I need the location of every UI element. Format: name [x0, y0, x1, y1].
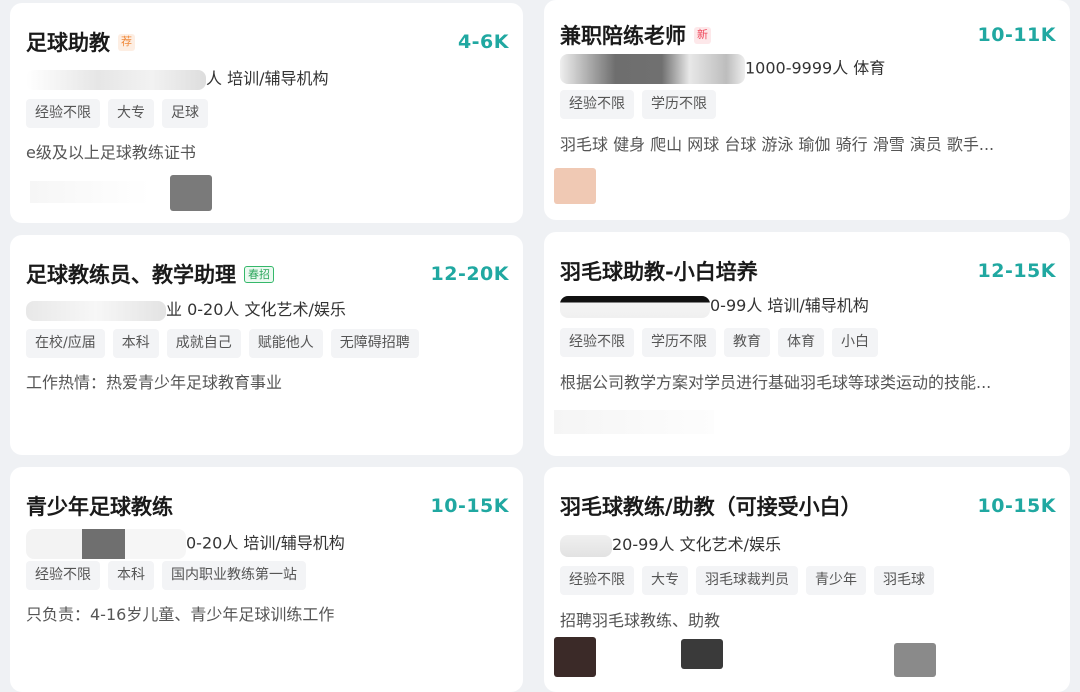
salary: 10-15K	[430, 495, 509, 517]
tag: 经验不限	[560, 328, 634, 357]
tag: 经验不限	[560, 90, 634, 119]
job-title: 足球教练员、教学助理	[26, 263, 236, 287]
tag: 国内职业教练第一站	[162, 561, 306, 590]
tag: 经验不限	[560, 566, 634, 595]
tag: 成就自己	[166, 329, 241, 358]
recruiter-name-blur	[30, 181, 150, 203]
tag: 学历不限	[642, 328, 716, 357]
job-title: 兼职陪练老师	[560, 24, 686, 48]
tag: 大专	[642, 566, 688, 595]
job-description: 根据公司教学方案对学员进行基础羽毛球等球类运动的技能...	[560, 373, 992, 392]
spring-recruit-badge: 春招	[244, 265, 274, 283]
job-description: 工作热情：热爱青少年足球教育事业	[26, 373, 283, 392]
tag: 小白	[832, 328, 878, 357]
salary: 4-6K	[457, 31, 509, 53]
company-name-blur	[560, 295, 710, 318]
tag: 大专	[108, 99, 154, 128]
job-card[interactable]: 青少年足球教练 10-15K 0-20人 培训/辅导机构 经验不限 本科 国内职…	[10, 467, 523, 692]
job-card[interactable]: 足球教练员、教学助理 春招 12-20K 业 0-20人 文化艺术/娱乐 在校/…	[10, 235, 523, 455]
company-meta: 人 培训/辅导机构	[206, 69, 329, 88]
job-description: 只负责：4-16岁儿童、青少年足球训练工作	[26, 605, 335, 624]
recruiter-avatar-blur	[170, 175, 212, 211]
tag-list: 在校/应届 本科 成就自己 赋能他人 无障碍招聘	[26, 329, 419, 358]
tag: 教育	[724, 328, 770, 357]
tag: 羽毛球裁判员	[696, 566, 798, 595]
job-title: 足球助教	[26, 31, 110, 55]
company-info: 业 0-20人 文化艺术/娱乐	[26, 296, 509, 321]
recruiter-name-blur	[681, 639, 723, 669]
tag-list: 经验不限 学历不限	[560, 90, 716, 119]
job-title: 羽毛球教练/助教（可接受小白）	[560, 495, 862, 519]
company-info: 0-99人 培训/辅导机构	[560, 292, 1056, 318]
tag: 学历不限	[642, 90, 716, 119]
tag: 羽毛球	[874, 566, 934, 595]
tag: 赋能他人	[248, 329, 323, 358]
tag-list: 经验不限 大专 羽毛球裁判员 青少年 羽毛球	[560, 566, 934, 595]
tag-list: 经验不限 本科 国内职业教练第一站	[26, 561, 306, 590]
recommend-badge: 荐	[118, 33, 135, 51]
company-meta: 20-99人 文化艺术/娱乐	[612, 535, 781, 554]
company-info: 人 培训/辅导机构	[26, 65, 509, 90]
tag: 经验不限	[26, 561, 100, 590]
company-name-blur	[26, 300, 166, 321]
salary: 10-15K	[977, 495, 1056, 517]
tag-list: 经验不限 大专 足球	[26, 99, 208, 128]
tag: 本科	[108, 561, 154, 590]
tag: 青少年	[806, 566, 866, 595]
job-description: e级及以上足球教练证书	[26, 143, 196, 162]
job-title: 羽毛球助教-小白培养	[560, 260, 758, 284]
recruiter-name-blur	[554, 410, 714, 434]
company-name-blur	[26, 529, 186, 559]
company-meta: 0-99人 培训/辅导机构	[710, 296, 869, 315]
company-name-blur	[560, 54, 745, 84]
salary: 12-20K	[430, 263, 509, 285]
recruiter-avatar-blur	[554, 168, 596, 204]
job-title: 青少年足球教练	[26, 495, 173, 519]
company-meta: 0-20人 培训/辅导机构	[186, 533, 345, 553]
tag: 足球	[162, 99, 208, 128]
job-description: 羽毛球 健身 爬山 网球 台球 游泳 瑜伽 骑行 滑雪 演员 歌手...	[560, 135, 995, 154]
salary: 10-11K	[977, 24, 1056, 46]
tag: 体育	[778, 328, 824, 357]
tag: 经验不限	[26, 99, 100, 128]
tag: 在校/应届	[26, 329, 105, 358]
job-card[interactable]: 羽毛球教练/助教（可接受小白） 10-15K 20-99人 文化艺术/娱乐 经验…	[544, 467, 1070, 692]
recruiter-extra-blur	[894, 643, 936, 677]
company-name-blur	[26, 69, 206, 90]
job-card[interactable]: 兼职陪练老师 新 10-11K 1000-9999人 体育 经验不限 学历不限 …	[544, 0, 1070, 220]
tag: 本科	[112, 329, 159, 358]
job-card[interactable]: 羽毛球助教-小白培养 12-15K 0-99人 培训/辅导机构 经验不限 学历不…	[544, 232, 1070, 456]
company-name-blur	[560, 534, 612, 557]
job-description: 招聘羽毛球教练、助教	[560, 611, 721, 630]
salary: 12-15K	[977, 260, 1056, 282]
tag-list: 经验不限 学历不限 教育 体育 小白	[560, 328, 878, 357]
recruiter-avatar-blur	[554, 637, 596, 677]
company-meta: 1000-9999人 体育	[745, 58, 886, 78]
company-info: 0-20人 培训/辅导机构	[26, 529, 509, 559]
company-meta: 业 0-20人 文化艺术/娱乐	[166, 300, 346, 319]
new-badge: 新	[694, 26, 711, 44]
company-info: 20-99人 文化艺术/娱乐	[560, 531, 1056, 557]
company-info: 1000-9999人 体育	[560, 54, 1056, 84]
tag: 无障碍招聘	[330, 329, 419, 358]
job-card[interactable]: 足球助教 荐 4-6K 人 培训/辅导机构 经验不限 大专 足球 e级及以上足球…	[10, 3, 523, 223]
